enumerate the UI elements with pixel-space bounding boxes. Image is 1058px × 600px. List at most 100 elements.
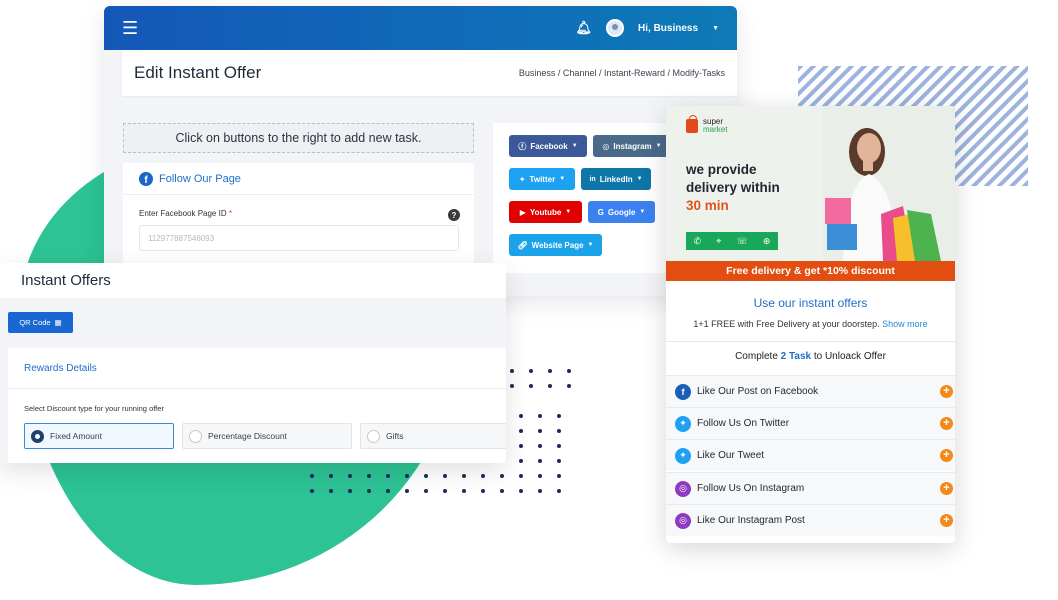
dot: [462, 474, 466, 478]
instagram-icon: ◎: [675, 512, 691, 529]
offer-description: 1+1 FREE with Free Delivery at your door…: [693, 319, 928, 329]
location-pin-icon[interactable]: ⌖: [716, 236, 721, 247]
dot: [510, 384, 514, 388]
page-title: Edit Instant Offer: [134, 63, 262, 82]
radio-selected-icon[interactable]: [31, 429, 44, 443]
dot: [367, 489, 371, 493]
radio-unselected-icon[interactable]: [189, 429, 202, 443]
dot: [481, 489, 485, 493]
edit-offer-window: ☰ 🔔︎ Hi, Business ▼ Edit Instant Offer B…: [104, 6, 737, 296]
offers-title: Instant Offers: [0, 263, 506, 298]
qr-code-button[interactable]: QR Code ▦: [8, 312, 73, 333]
top-navbar: ☰ 🔔︎ Hi, Business ▼: [104, 6, 737, 50]
hero-headline-line2: delivery within: [686, 180, 780, 195]
phone-icon[interactable]: ☏: [736, 236, 747, 247]
youtube-task-button[interactable]: ▶ Youtube ▼: [509, 201, 582, 223]
dot: [424, 474, 428, 478]
globe-icon[interactable]: ⊕: [763, 236, 771, 247]
dot: [348, 489, 352, 493]
dot: [443, 474, 447, 478]
instant-offers-heading: Use our instant offers: [753, 296, 868, 310]
facebook-page-id-input[interactable]: 112977887546093: [139, 225, 459, 251]
dot: [348, 474, 352, 478]
dot: [538, 429, 542, 433]
dot: [529, 369, 533, 373]
dot: [462, 489, 466, 493]
task-row-follow-twitter[interactable]: ✦ Follow Us On Twitter +: [666, 407, 955, 439]
facebook-icon: ⓕ: [518, 141, 527, 151]
user-greeting[interactable]: Hi, Business: [638, 23, 698, 34]
dot: [310, 489, 314, 493]
dot: [386, 474, 390, 478]
dot: [510, 369, 514, 373]
hero-banner: super market we provide delivery within 3…: [666, 106, 955, 261]
plus-icon[interactable]: +: [940, 482, 953, 495]
dot: [557, 489, 561, 493]
dot: [500, 489, 504, 493]
dot: [548, 369, 552, 373]
hamburger-menu-icon[interactable]: ☰: [122, 18, 138, 39]
facebook-task-button[interactable]: ⓕ Facebook ▼: [509, 135, 587, 157]
dot: [538, 474, 542, 478]
plus-icon[interactable]: +: [940, 417, 953, 430]
plus-icon[interactable]: +: [940, 514, 953, 527]
stage: ☰ 🔔︎ Hi, Business ▼ Edit Instant Offer B…: [0, 0, 1058, 600]
show-more-link[interactable]: Show more: [882, 319, 928, 329]
dot: [538, 444, 542, 448]
twitter-icon: ✦: [675, 447, 691, 464]
twitter-task-button[interactable]: ✦ Twitter ▼: [509, 168, 575, 190]
rewards-details-card: Rewards Details Select Discount type for…: [8, 348, 506, 463]
dot: [329, 474, 333, 478]
plus-icon[interactable]: +: [940, 449, 953, 462]
radio-unselected-icon[interactable]: [367, 429, 380, 443]
linkedin-task-button[interactable]: in LinkedIn ▼: [581, 168, 651, 190]
dot: [567, 369, 571, 373]
question-circle-icon[interactable]: ?: [448, 209, 460, 221]
twitter-icon: ✦: [675, 415, 691, 432]
divider: [8, 388, 506, 389]
task-row-facebook-post[interactable]: f Like Our Post on Facebook +: [666, 375, 955, 407]
google-task-button[interactable]: G Google ▼: [588, 201, 655, 223]
chevron-down-icon[interactable]: ▼: [712, 25, 719, 32]
dot: [405, 489, 409, 493]
option-gifts[interactable]: Gifts: [360, 423, 506, 449]
shopping-bag-icon: [686, 115, 698, 133]
option-percentage-discount[interactable]: Percentage Discount: [182, 423, 352, 449]
option-fixed-amount[interactable]: Fixed Amount: [24, 423, 174, 449]
dot: [519, 429, 523, 433]
instagram-icon: ◎: [602, 141, 610, 151]
twitter-icon: ✦: [518, 174, 526, 184]
page-header: Edit Instant Offer Business / Channel / …: [122, 50, 737, 96]
whatsapp-icon[interactable]: ✆: [694, 236, 702, 247]
bell-icon[interactable]: 🔔︎: [576, 20, 593, 36]
facebook-page-id-label: Enter Facebook Page ID *: [139, 209, 232, 218]
dot: [538, 489, 542, 493]
dot: [557, 429, 561, 433]
promo-banner: Free delivery & get *10% discount: [666, 261, 955, 281]
dot: [567, 384, 571, 388]
dot: [548, 384, 552, 388]
contact-icons-bar: ✆ ⌖ ☏ ⊕: [686, 232, 778, 250]
dot: [405, 474, 409, 478]
instant-offers-window: Instant Offers QR Code ▦ Rewards Details…: [0, 263, 506, 463]
dot: [310, 474, 314, 478]
linkedin-icon: in: [589, 175, 596, 183]
discount-type-label: Select Discount type for your running of…: [24, 404, 164, 413]
facebook-icon: f: [139, 171, 153, 186]
rewards-details-title: Rewards Details: [24, 363, 97, 374]
social-buttons-panel: ⓕ Facebook ▼ ◎ Instagram ▼ ✦ Twitter ▼ in Linke…: [493, 123, 671, 273]
instagram-task-button[interactable]: ◎ Instagram ▼: [593, 135, 671, 157]
mobile-offer-preview: super market we provide delivery within 3…: [666, 106, 955, 543]
dot: [538, 459, 542, 463]
dot: [424, 489, 428, 493]
dot: [519, 444, 523, 448]
task-row-follow-instagram[interactable]: ◎ Follow Us On Instagram +: [666, 472, 955, 504]
task-row-like-instagram-post[interactable]: ◎ Like Our Instagram Post +: [666, 504, 955, 536]
task-row-like-tweet[interactable]: ✦ Like Our Tweet +: [666, 439, 955, 471]
youtube-icon: ▶: [519, 207, 526, 217]
avatar[interactable]: [606, 19, 625, 37]
website-page-task-button[interactable]: 🔗︎ Website Page ▼: [509, 234, 602, 256]
plus-icon[interactable]: +: [940, 385, 953, 398]
dot: [329, 489, 333, 493]
breadcrumb[interactable]: Business / Channel / Instant-Reward / Mo…: [519, 68, 725, 78]
